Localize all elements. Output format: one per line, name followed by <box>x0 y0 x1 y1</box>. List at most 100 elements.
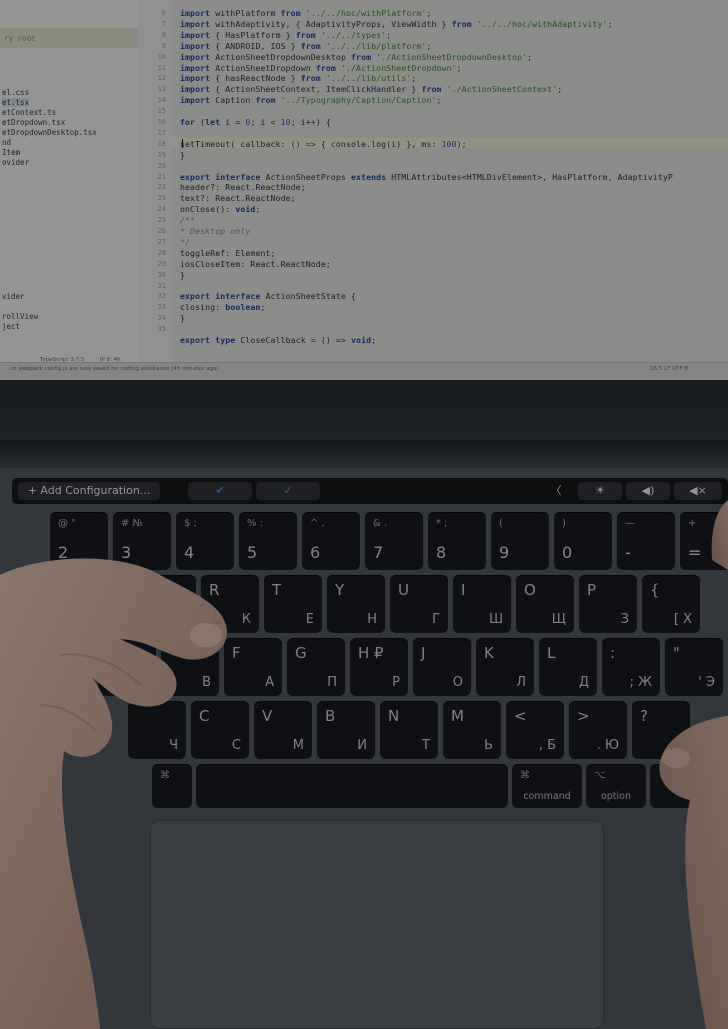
line-number: 20 <box>157 161 166 170</box>
key-symbol: ( <box>499 518 503 529</box>
key-digit: 0 <box>562 543 573 562</box>
key-latin: I <box>461 581 466 599</box>
code-line: import Caption from '../Typography/Capti… <box>180 95 442 106</box>
number-key[interactable]: (9 <box>491 512 549 570</box>
key-digit: - <box>625 543 631 562</box>
status-language[interactable]: TypeScript 3.7.5 <box>40 357 84 363</box>
line-number: 31 <box>157 281 166 290</box>
letter-key[interactable]: LД <box>539 638 597 696</box>
line-number: 30 <box>157 270 166 279</box>
volume-icon[interactable]: ◀) <box>626 482 670 500</box>
status-branch[interactable]: IP 8: 4h <box>100 357 121 363</box>
line-number: 22 <box>157 183 166 192</box>
tree-item[interactable]: etDropdownDesktop.tsx <box>2 128 97 137</box>
key-digit: 8 <box>436 543 447 562</box>
letter-key[interactable]: OЩ <box>516 575 574 633</box>
tree-item[interactable]: nd <box>2 138 11 147</box>
code-line: import ActionSheetDropdownDesktop from '… <box>180 51 533 62</box>
line-number: 8 <box>161 30 166 39</box>
status-position[interactable]: 16:5 LF UTF-8 <box>650 366 688 372</box>
number-key[interactable]: & . 7 <box>365 512 423 570</box>
update-check-button[interactable]: ✓ <box>256 482 320 500</box>
right-hand <box>659 500 728 1029</box>
letter-key[interactable]: NТ <box>380 701 438 759</box>
code-line: iosCloseItem: React.ReactNode; <box>180 258 331 269</box>
code-line: import withPlatform from '../../hoc/with… <box>180 8 432 18</box>
brightness-icon[interactable]: ☀ <box>578 482 622 500</box>
letter-key[interactable]: < , Б <box>506 701 564 759</box>
key-latin: < <box>514 707 527 725</box>
number-key[interactable]: * ; 8 <box>428 512 486 570</box>
key-cyrillic: Н <box>367 612 377 627</box>
line-number: 19 <box>157 150 166 159</box>
chevron-left-icon[interactable]: 〈 <box>538 482 574 500</box>
code-line: */ <box>180 236 191 247</box>
tree-item[interactable]: ry root <box>4 34 36 43</box>
tree-item[interactable]: ject <box>2 322 20 331</box>
key-symbol: ^ , <box>310 518 325 529</box>
letter-key[interactable]: JО <box>413 638 471 696</box>
letter-key[interactable]: H ₽ Р <box>350 638 408 696</box>
code-line: export interface ActionSheetProps extend… <box>180 171 673 182</box>
tree-item[interactable]: rollView <box>2 312 38 321</box>
line-number: 17 <box>157 128 166 137</box>
tree-item[interactable]: etDropdown.tsx <box>2 118 65 127</box>
line-number: 15 <box>157 107 166 116</box>
line-number: 28 <box>157 248 166 257</box>
command-icon: ⌘ <box>520 770 530 781</box>
mute-icon[interactable]: ◀× <box>674 482 722 500</box>
project-sidebar: ry root el.css et.tsx etContext.ts etDro… <box>0 0 139 368</box>
code-line: import { ActionSheetContext, ItemClickHa… <box>180 84 563 95</box>
key-latin: O <box>524 581 536 599</box>
code-line: export type CloseCallback = () => void; <box>180 335 377 345</box>
commit-check-button[interactable]: ✔ <box>188 482 252 500</box>
line-number: 32 <box>157 292 166 301</box>
code-line: * Desktop only <box>180 226 251 236</box>
key-cyrillic: Ш <box>489 612 503 627</box>
tree-item[interactable]: Item <box>2 148 20 157</box>
code-line: closing: boolean; <box>180 302 266 313</box>
add-configuration-button[interactable]: + Add Configuration... <box>18 482 160 500</box>
key-symbol: * ; <box>436 518 448 529</box>
letter-key[interactable]: IШ <box>453 575 511 633</box>
line-number: 14 <box>157 96 166 105</box>
letter-key[interactable]: BИ <box>317 701 375 759</box>
letter-key[interactable]: MЬ <box>443 701 501 759</box>
key-latin: J <box>421 644 426 662</box>
tree-item[interactable]: etContext.ts <box>2 108 56 117</box>
number-key[interactable]: ) 0 <box>554 512 612 570</box>
line-number: 11 <box>157 63 166 72</box>
letter-key[interactable]: UГ <box>390 575 448 633</box>
line-number-gutter: 6 7 8 9 10 11 12 13 14 15 16 17 18 19 20 21 22 23 24 25 26 27… <box>138 0 172 368</box>
letter-key[interactable]: YН <box>327 575 385 633</box>
letter-key[interactable]: KЛ <box>476 638 534 696</box>
key-latin: K <box>484 644 494 662</box>
number-key[interactable]: ^ , 6 <box>302 512 360 570</box>
line-number: 10 <box>157 52 166 61</box>
key-latin: Y <box>335 581 345 599</box>
tree-item[interactable]: et.tsx <box>2 98 30 107</box>
key-symbol: % : <box>247 518 264 529</box>
code-line: import withAdaptivity, { AdaptivityProps… <box>180 18 613 29</box>
line-number: 35 <box>157 325 166 334</box>
tree-item[interactable]: vider <box>2 292 25 301</box>
key-symbol: # № <box>121 518 143 529</box>
command-right-key[interactable]: ⌘ command <box>512 764 582 808</box>
code-line: /** <box>180 215 196 226</box>
line-number: 23 <box>157 194 166 203</box>
code-line: import { hasReactNode } from '../../lib/… <box>180 73 417 84</box>
key-latin: H ₽ <box>358 644 384 662</box>
key-latin: B <box>325 707 336 725</box>
letter-key[interactable]: PЗ <box>579 575 637 633</box>
line-number: 25 <box>157 216 166 225</box>
key-cyrillic: Л <box>516 675 526 690</box>
line-number: 34 <box>157 314 166 323</box>
tree-item[interactable]: el.css <box>2 88 29 97</box>
tree-item[interactable]: ovider <box>2 158 29 167</box>
code-line: } <box>180 149 186 160</box>
option-icon: ⌥ <box>594 770 606 781</box>
status-message: ...m webpack.config.js are now saved for… <box>6 366 219 372</box>
letter-key[interactable]: > . Ю <box>569 701 627 759</box>
key-cyrillic: Д <box>578 675 589 690</box>
key-cyrillic: , Б <box>538 738 556 753</box>
